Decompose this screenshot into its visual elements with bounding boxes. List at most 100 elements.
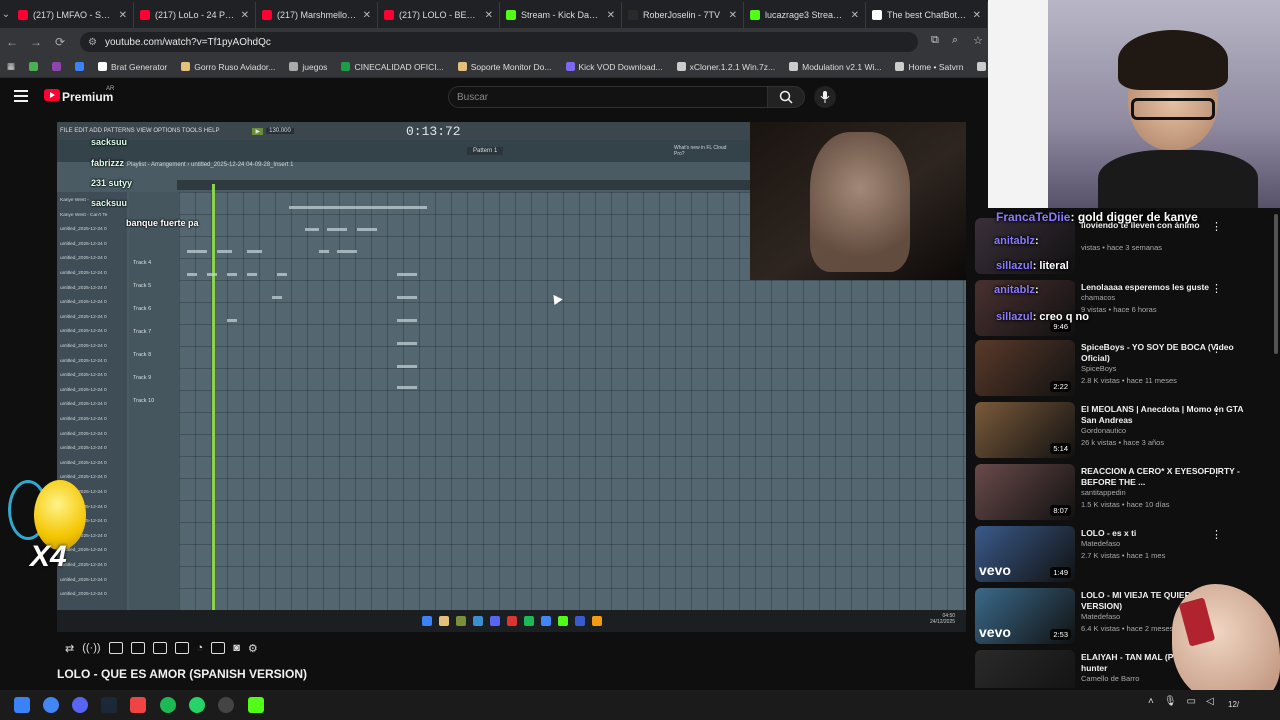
browser-tab[interactable]: (217) Marshmello - Y ✕ xyxy=(256,2,378,28)
more-options-icon[interactable]: ⋮ xyxy=(1211,404,1222,417)
video-title[interactable]: El MEOLANS | Anecdota | Momo en GTA San … xyxy=(1081,404,1251,426)
theater-icon[interactable] xyxy=(152,642,167,654)
close-tab-icon[interactable]: ✕ xyxy=(485,10,493,21)
recommendation-item[interactable]: 5:14 El MEOLANS | Anecdota | Momo en GTA… xyxy=(975,402,1275,458)
close-tab-icon[interactable]: ✕ xyxy=(241,10,249,21)
channel-name[interactable]: Matedefaso xyxy=(1081,612,1120,621)
close-tab-icon[interactable]: ✕ xyxy=(851,10,859,21)
close-tab-icon[interactable]: ✕ xyxy=(119,10,127,21)
more-options-icon[interactable]: ⋮ xyxy=(1211,342,1222,355)
close-tab-icon[interactable]: ✕ xyxy=(363,10,371,21)
channel-name[interactable]: Matedefaso xyxy=(1081,539,1120,548)
search-button[interactable] xyxy=(767,86,805,108)
video-thumbnail[interactable]: vevo 2:53 xyxy=(975,588,1075,644)
apps-icon[interactable]: ▦ xyxy=(0,61,22,72)
recommendation-item[interactable]: vevo 1:49 LOLO - es x ti Matedefaso 2.7 … xyxy=(975,526,1275,582)
video-title[interactable]: SpiceBoys - YO SOY DE BOCA (Video Oficia… xyxy=(1081,342,1251,364)
video-thumbnail[interactable] xyxy=(975,650,1075,688)
search-input[interactable]: Buscar xyxy=(448,86,768,108)
bookmark-item[interactable]: Modulation v2.1 Wi... xyxy=(782,62,888,72)
bookmark-star-icon[interactable]: ☆ xyxy=(973,34,983,47)
bookmark-item[interactable]: Soporte Monitor Do... xyxy=(451,62,559,72)
tray-mic-icon[interactable]: 🎙 xyxy=(1164,696,1177,707)
channel-name[interactable]: SpiceBoys xyxy=(1081,364,1116,373)
video-thumbnail[interactable]: 5:14 xyxy=(975,402,1075,458)
browser-tab[interactable]: (217) LMFAO - Sexy a ✕ xyxy=(12,2,134,28)
channel-name[interactable]: Camello de Barro xyxy=(1081,674,1139,683)
extension-icon-2[interactable] xyxy=(45,62,68,71)
video-thumbnail[interactable]: vevo 1:49 xyxy=(975,526,1075,582)
video-title[interactable]: LOLO - es x ti xyxy=(1081,528,1251,539)
recommendation-item[interactable]: 2:22 SpiceBoys - YO SOY DE BOCA (Video O… xyxy=(975,340,1275,396)
reload-icon[interactable]: ⟳ xyxy=(48,35,72,49)
steam-icon[interactable] xyxy=(101,697,117,713)
close-tab-icon[interactable]: ✕ xyxy=(729,10,737,21)
youtube-logo-icon[interactable] xyxy=(44,89,60,101)
tray-network-icon[interactable]: ▭ xyxy=(1187,696,1196,707)
tray-chevron-icon[interactable]: ˄ xyxy=(1148,696,1154,707)
kick-icon[interactable] xyxy=(248,697,264,713)
youtube-premium-wordmark[interactable]: Premium xyxy=(62,90,113,104)
more-options-icon[interactable]: ⋮ xyxy=(1211,466,1222,479)
site-info-icon[interactable]: ⚙ xyxy=(88,37,97,48)
address-bar[interactable]: ⚙ youtube.com/watch?v=Tf1pyAOhdQc xyxy=(80,32,918,52)
video-thumbnail[interactable]: 2:22 xyxy=(975,340,1075,396)
browser-tab[interactable]: (217) LOLO - BEAUTY ✕ xyxy=(378,2,500,28)
windows-start-icon[interactable] xyxy=(14,697,30,713)
bookmark-item[interactable]: Brat Generator xyxy=(91,62,174,72)
tray-volume-icon[interactable]: ◁ xyxy=(1206,696,1214,707)
sidebar-scrollbar[interactable] xyxy=(1274,214,1278,354)
channel-name[interactable]: Gordonautico xyxy=(1081,426,1126,435)
fullscreen-icon[interactable] xyxy=(174,642,189,654)
more-options-icon[interactable]: ⋮ xyxy=(1211,528,1222,541)
browser-tab[interactable]: (217) LoLo - 24 PERR ✕ xyxy=(134,2,256,28)
back-icon[interactable]: ← xyxy=(0,35,24,49)
settings-icon[interactable]: ⚙ xyxy=(248,642,258,655)
discord-icon[interactable] xyxy=(72,697,88,713)
menu-icon[interactable] xyxy=(14,90,28,102)
bookmark-item[interactable]: CINECALIDAD OFICI... xyxy=(334,62,450,72)
extension-icon-3[interactable] xyxy=(68,62,91,71)
bookmark-item[interactable]: xCloner.1.2.1 Win.7z... xyxy=(670,62,783,72)
video-title[interactable]: REACCION A CERO* X EYESOFDIRTY - BEFORE … xyxy=(1081,466,1251,488)
whatsapp-icon[interactable] xyxy=(189,697,205,713)
chrome-icon[interactable] xyxy=(43,697,59,713)
forward-icon[interactable]: → xyxy=(24,35,48,49)
channel-name[interactable]: chamacos xyxy=(1081,293,1115,302)
extension-icon-1[interactable] xyxy=(22,62,45,71)
speed-icon[interactable]: ◔ xyxy=(197,642,204,654)
video-title[interactable]: Lenolaaaa esperemos les guste xyxy=(1081,282,1251,293)
browser-tab[interactable]: Stream - Kick Dashb ✕ xyxy=(500,2,622,28)
close-tab-icon[interactable]: ✕ xyxy=(973,10,981,21)
bookmark-icon xyxy=(895,62,905,71)
captions-icon[interactable] xyxy=(211,642,226,654)
voice-search-button[interactable] xyxy=(814,86,836,108)
tab-search-icon[interactable]: ⌄ xyxy=(0,0,12,28)
clip-icon[interactable] xyxy=(108,642,123,654)
bookmark-item[interactable]: Home • Satvrn xyxy=(888,62,970,72)
more-options-icon[interactable]: ⋮ xyxy=(1211,220,1222,233)
bookmark-item[interactable]: Kick VOD Download... xyxy=(559,62,670,72)
zoom-icon[interactable]: ⌕ xyxy=(952,34,958,47)
fl-channel-row: untitled_2025-12-24 0 xyxy=(60,227,107,233)
loop-icon[interactable]: ⇄ xyxy=(65,642,74,655)
channel-name[interactable]: santitappedin xyxy=(1081,488,1126,497)
app-icon[interactable] xyxy=(130,697,146,713)
bookmark-item[interactable]: Gorro Ruso Aviador... xyxy=(174,62,282,72)
obs-icon[interactable] xyxy=(218,697,234,713)
video-thumbnail[interactable]: 8:07 xyxy=(975,464,1075,520)
video-player[interactable]: FILE EDIT ADD PATTERNS VIEW OPTIONS TOOL… xyxy=(57,122,966,610)
more-options-icon[interactable]: ⋮ xyxy=(1211,282,1222,295)
bookmark-item[interactable]: juegos xyxy=(282,62,334,72)
browser-tab[interactable]: RoberJoselin - 7TV ✕ xyxy=(622,2,744,28)
audio-icon[interactable]: ((·)) xyxy=(82,642,100,654)
screenshot-icon[interactable]: ◙ xyxy=(233,642,240,654)
browser-tab[interactable]: lucazrage3 Stream - ✕ xyxy=(744,2,866,28)
fl-track-name: Track 6 xyxy=(133,306,152,312)
spotify-icon[interactable] xyxy=(160,697,176,713)
install-icon[interactable]: ⧉ xyxy=(931,34,939,47)
close-tab-icon[interactable]: ✕ xyxy=(607,10,615,21)
miniplayer-icon[interactable] xyxy=(130,642,145,654)
recommendation-item[interactable]: 8:07 REACCION A CERO* X EYESOFDIRTY - BE… xyxy=(975,464,1275,520)
browser-tab[interactable]: The best ChatBot an ✕ xyxy=(866,2,988,28)
